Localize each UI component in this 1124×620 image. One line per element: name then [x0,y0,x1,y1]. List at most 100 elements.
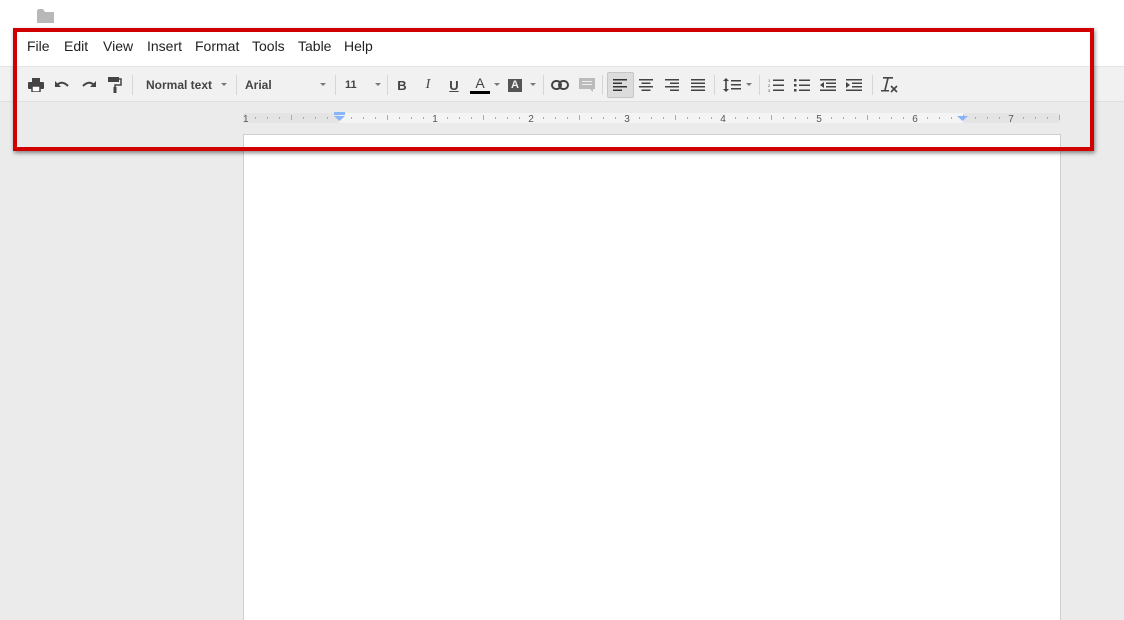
justify-icon [691,79,705,91]
ruler-tick [987,117,988,119]
bulleted-list-button[interactable] [793,74,811,96]
menu-view[interactable]: View [103,38,133,54]
ruler-tick [795,117,796,119]
ruler-tick [651,117,652,119]
comment-icon [579,78,595,92]
print-icon [28,78,44,92]
ruler-tick [315,117,316,119]
highlight-color-button[interactable]: A [507,74,523,96]
justify-button[interactable] [690,74,706,96]
text-color-button[interactable]: A [470,74,490,96]
ruler-tick [483,115,484,120]
chevron-down-icon [530,83,536,86]
toolbar-separator [714,75,715,95]
insert-link-button[interactable] [550,74,570,96]
increase-indent-button[interactable] [845,74,863,96]
ruler-tick [711,117,712,119]
toolbar-separator [543,75,544,95]
ruler-tick [831,117,832,119]
align-left-button[interactable] [612,74,628,96]
ruler-tick [999,117,1000,119]
ruler-tick [675,115,676,120]
decrease-indent-button[interactable] [819,74,837,96]
underline-button[interactable]: U [447,74,461,96]
ruler-tick [903,117,904,119]
line-spacing-button[interactable] [722,74,742,96]
menu-edit[interactable]: Edit [64,38,88,54]
font-size-select[interactable]: 11 [345,75,375,95]
ruler[interactable]: 1 1 2 3 4 5 6 7 [243,110,1060,126]
bulleted-list-icon [794,79,810,92]
ruler-tick [699,117,700,119]
chevron-down-icon [375,83,381,86]
paint-format-button[interactable] [106,74,124,96]
text-color-icon: A [475,75,485,91]
ruler-tick [759,117,760,119]
ruler-tick [975,117,976,119]
style-select[interactable]: Normal text [146,75,226,95]
text-color-swatch [470,91,490,94]
clear-formatting-button[interactable] [880,74,898,96]
link-icon [551,80,569,90]
menu-file[interactable]: File [27,38,50,54]
redo-button[interactable] [80,74,98,96]
toolbar-separator [387,75,388,95]
ruler-tick [459,117,460,119]
ruler-tick [879,117,880,119]
highlight-color-icon: A [508,78,522,92]
ruler-tick [555,117,556,119]
menu-insert[interactable]: Insert [147,38,182,54]
chevron-down-icon [221,83,227,86]
align-right-button[interactable] [664,74,680,96]
ruler-tick [891,117,892,119]
clear-formatting-icon [881,77,898,93]
font-select[interactable]: Arial [245,75,325,95]
align-left-icon [613,79,627,91]
title-bar [0,0,1124,34]
menu-format[interactable]: Format [195,38,239,54]
align-right-icon [665,79,679,91]
document-page[interactable] [243,134,1061,620]
menu-table[interactable]: Table [298,38,331,54]
bold-button[interactable]: B [395,74,409,96]
ruler-tick [615,117,616,119]
ruler-tick [567,117,568,119]
ruler-tick [327,117,328,119]
ruler-tick [507,117,508,119]
toolbar-separator [602,75,603,95]
ruler-tick [363,117,364,119]
ruler-tick [927,117,928,119]
ruler-label: 3 [624,114,630,125]
folder-icon[interactable] [37,9,54,23]
ruler-tick [387,115,388,120]
paint-format-icon [108,77,122,93]
insert-comment-button[interactable] [578,74,596,96]
ruler-tick [747,117,748,119]
align-center-icon [639,79,653,91]
ruler-tick [495,117,496,119]
ruler-tick [1023,117,1024,119]
numbered-list-icon: 1 2 3 [768,78,784,92]
menu-tools[interactable]: Tools [252,38,285,54]
menu-bar: File Edit View Insert Format Tools Table… [0,34,1124,66]
ruler-label: 7 [1008,114,1014,125]
undo-icon [55,81,69,87]
ruler-tick [267,117,268,119]
print-button[interactable] [27,74,45,96]
undo-button[interactable] [53,74,71,96]
chevron-down-icon [746,83,752,86]
italic-button[interactable]: I [421,74,435,96]
ruler-tick [663,117,664,119]
line-spacing-icon [723,78,741,92]
numbered-list-button[interactable]: 1 2 3 [767,74,785,96]
decrease-indent-icon [820,79,836,91]
chevron-down-icon [494,83,500,86]
menu-help[interactable]: Help [344,38,373,54]
ruler-tick [855,117,856,119]
ruler-tick [939,117,940,119]
ruler-tick [423,117,424,119]
align-center-button[interactable] [638,74,654,96]
ruler-tick [771,115,772,120]
ruler-tick [1047,117,1048,119]
svg-text:3: 3 [768,88,771,92]
